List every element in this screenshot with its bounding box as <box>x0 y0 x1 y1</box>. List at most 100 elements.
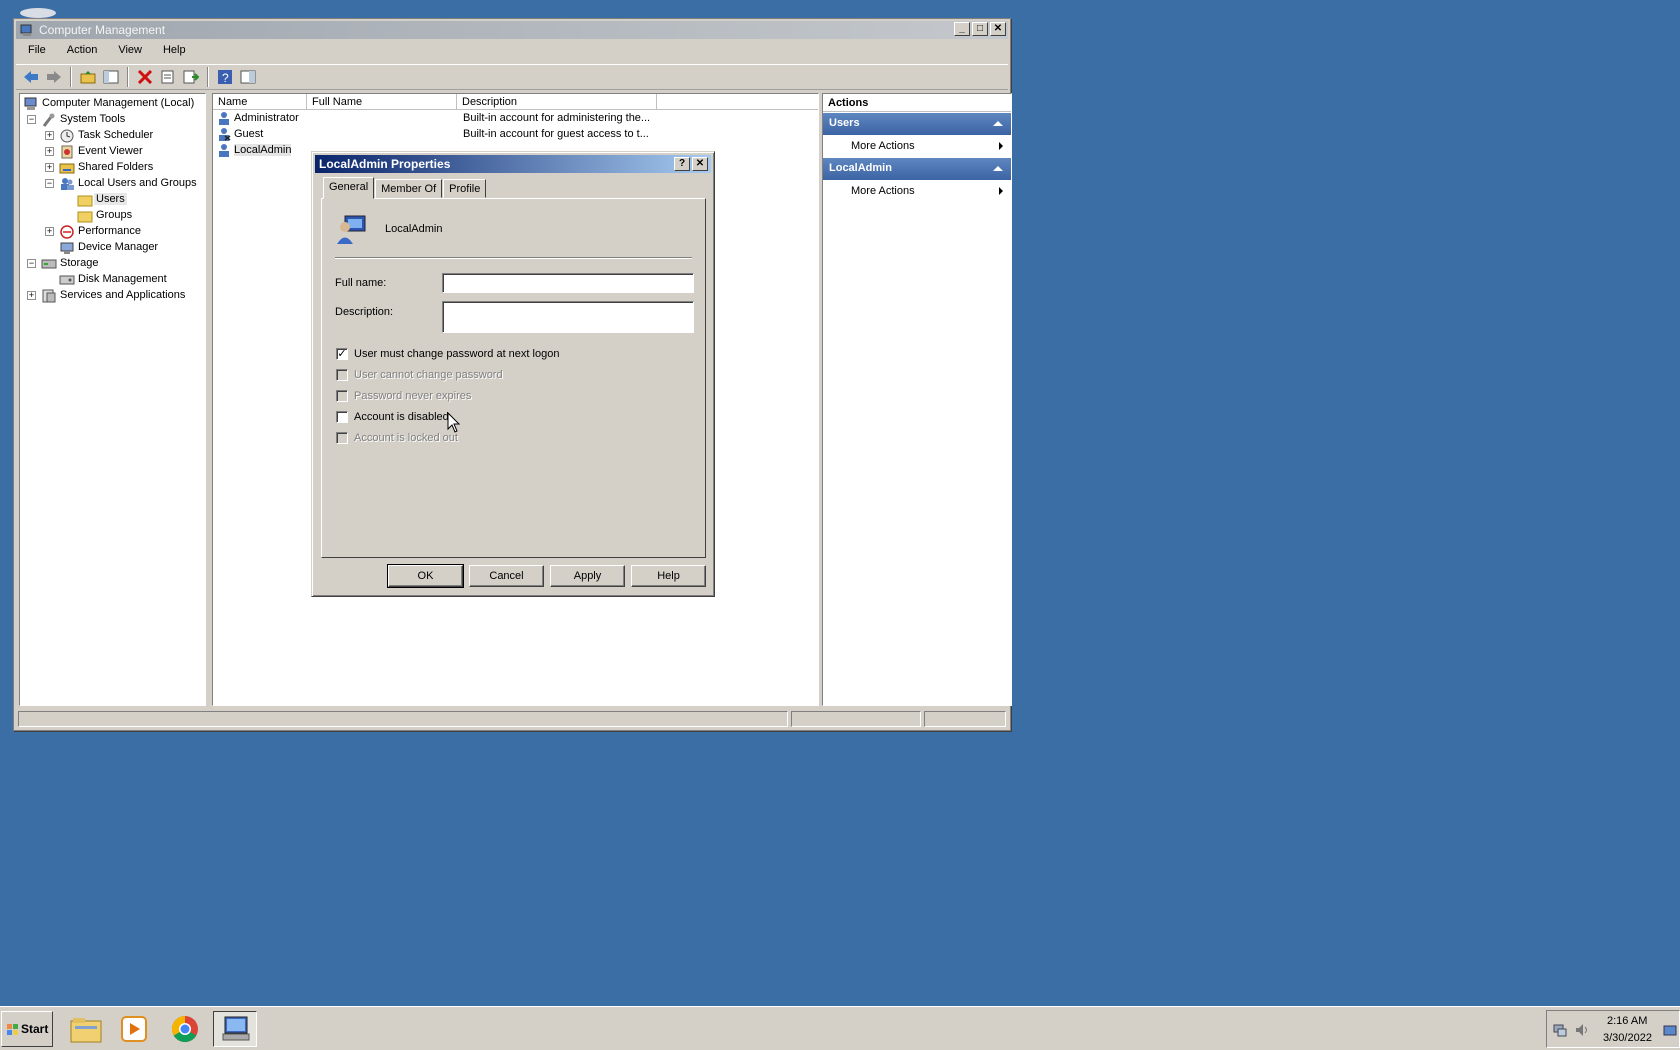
submenu-arrow-icon <box>999 187 1003 195</box>
ok-button[interactable]: OK <box>387 564 464 588</box>
dialog-help-button[interactable]: ? <box>674 157 690 171</box>
properties-icon[interactable] <box>158 67 178 87</box>
column-description[interactable]: Description <box>457 94 657 110</box>
dialog-close-button[interactable]: ✕ <box>692 157 708 171</box>
toolbar: ? <box>16 64 1008 90</box>
file-explorer-taskbar-button[interactable] <box>64 1011 108 1047</box>
tree-item-users[interactable]: Users <box>20 192 205 208</box>
tree-item-local-users-and-groups[interactable]: − Local Users and Groups <box>20 176 205 192</box>
menu-bar: File Action View Help <box>16 41 1008 61</box>
user-icon <box>219 144 229 157</box>
tree-item-task-scheduler[interactable]: + Task Scheduler <box>20 128 205 144</box>
folder-icon <box>77 211 93 223</box>
help-button[interactable]: Help <box>631 565 706 587</box>
menu-view[interactable]: View <box>106 41 151 61</box>
up-folder-icon[interactable] <box>78 67 98 87</box>
more-actions-users[interactable]: More Actions <box>823 135 1011 157</box>
window-titlebar[interactable]: Computer Management _ □ ✕ <box>16 21 1008 39</box>
menu-action[interactable]: Action <box>55 41 107 61</box>
checkbox-unchecked <box>336 369 348 381</box>
divider <box>335 257 692 259</box>
system-tray: 2:16 AM 3/30/2022 <box>1546 1010 1680 1048</box>
clock-date[interactable]: 3/30/2022 <box>1603 1032 1652 1044</box>
clock-time[interactable]: 2:16 AM <box>1607 1015 1647 1027</box>
expand-icon[interactable]: + <box>45 163 54 172</box>
start-button[interactable]: Start <box>1 1011 53 1047</box>
expand-icon[interactable]: + <box>27 291 36 300</box>
disk-icon <box>59 275 75 285</box>
close-button[interactable]: ✕ <box>990 22 1006 36</box>
users-group-icon <box>61 178 74 190</box>
tree-item-groups[interactable]: Groups <box>20 208 205 224</box>
back-icon[interactable] <box>21 67 41 87</box>
properties-dialog: LocalAdmin Properties ? ✕ General Member… <box>311 151 715 597</box>
list-item-guest[interactable]: Guest Built-in account for guest access … <box>213 126 818 142</box>
tree-item-performance[interactable]: + Performance <box>20 224 205 240</box>
tree-item-disk-management[interactable]: Disk Management <box>20 272 205 288</box>
export-list-icon[interactable] <box>181 67 201 87</box>
console-tree: Computer Management (Local) − System Too… <box>19 93 206 706</box>
menu-file[interactable]: File <box>16 41 55 61</box>
collapse-up-icon[interactable] <box>993 121 1003 126</box>
tree-item-system-tools[interactable]: − System Tools <box>20 112 205 128</box>
tab-member-of[interactable]: Member Of <box>375 179 443 198</box>
actions-header: Actions <box>823 94 1011 112</box>
tree-item-event-viewer[interactable]: + Event Viewer <box>20 144 205 160</box>
minimize-button[interactable]: _ <box>954 22 970 36</box>
maximize-button[interactable]: □ <box>972 22 988 36</box>
actions-section-users[interactable]: Users <box>823 113 1011 135</box>
actions-section-localadmin[interactable]: LocalAdmin <box>823 158 1011 180</box>
collapse-icon[interactable]: − <box>27 115 36 124</box>
show-desktop-icon[interactable] <box>1663 1025 1677 1037</box>
delete-icon[interactable] <box>135 67 155 87</box>
media-player-taskbar-button[interactable] <box>112 1011 156 1047</box>
status-cell <box>924 711 1006 727</box>
chrome-icon <box>171 1015 198 1043</box>
collapse-up-icon[interactable] <box>993 166 1003 171</box>
tab-profile[interactable]: Profile <box>443 179 487 198</box>
menu-help[interactable]: Help <box>151 41 195 61</box>
expand-icon[interactable]: + <box>45 227 54 236</box>
user-disabled-icon <box>219 128 231 141</box>
collapse-icon[interactable]: − <box>27 259 36 268</box>
expand-icon[interactable]: + <box>45 147 54 156</box>
description-field[interactable] <box>442 301 694 333</box>
shared-folder-icon <box>59 163 75 174</box>
show-hide-action-pane-icon[interactable] <box>238 67 258 87</box>
column-full-name[interactable]: Full Name <box>307 94 457 110</box>
dialog-titlebar[interactable]: LocalAdmin Properties ? ✕ <box>315 155 711 173</box>
chrome-taskbar-button[interactable] <box>163 1011 207 1047</box>
forward-icon[interactable] <box>44 67 64 87</box>
tree-item-services-and-applications[interactable]: + Services and Applications <box>20 288 205 304</box>
expand-icon[interactable]: + <box>45 131 54 140</box>
user-icon <box>219 112 229 125</box>
storage-icon <box>41 259 57 269</box>
tree-item-storage[interactable]: − Storage <box>20 256 205 272</box>
more-actions-localadmin[interactable]: More Actions <box>823 180 1011 202</box>
help-icon[interactable]: ? <box>215 67 235 87</box>
desktop-icon[interactable] <box>20 8 56 18</box>
checkbox-unchecked <box>336 432 348 444</box>
checkbox-unchecked[interactable] <box>336 411 348 423</box>
taskbar: Start 2:16 AM 3/30/2022 <box>0 1006 1680 1050</box>
cancel-button[interactable]: Cancel <box>469 565 544 587</box>
checkbox-checked[interactable]: ✓ <box>336 348 348 360</box>
window-title: Computer Management <box>39 23 166 37</box>
network-icon[interactable] <box>1553 1023 1567 1037</box>
tree-item-shared-folders[interactable]: + Shared Folders <box>20 160 205 176</box>
computer-management-taskbar-button[interactable] <box>213 1011 257 1047</box>
collapse-icon[interactable]: − <box>45 179 54 188</box>
apply-button[interactable]: Apply <box>550 565 625 587</box>
tree-item-computer-management[interactable]: Computer Management (Local) <box>20 96 205 112</box>
user-name-label: LocalAdmin <box>385 223 443 235</box>
tree-item-device-manager[interactable]: Device Manager <box>20 240 205 256</box>
list-item-administrator[interactable]: Administrator Built-in account for admin… <box>213 110 818 126</box>
computer-management-icon <box>24 97 37 110</box>
show-hide-tree-icon[interactable] <box>101 67 121 87</box>
volume-icon[interactable] <box>1575 1023 1589 1037</box>
folder-icon <box>77 195 93 207</box>
media-player-icon <box>121 1016 147 1042</box>
full-name-field[interactable] <box>442 273 694 293</box>
tab-general[interactable]: General <box>323 177 375 199</box>
column-name[interactable]: Name <box>213 94 307 110</box>
